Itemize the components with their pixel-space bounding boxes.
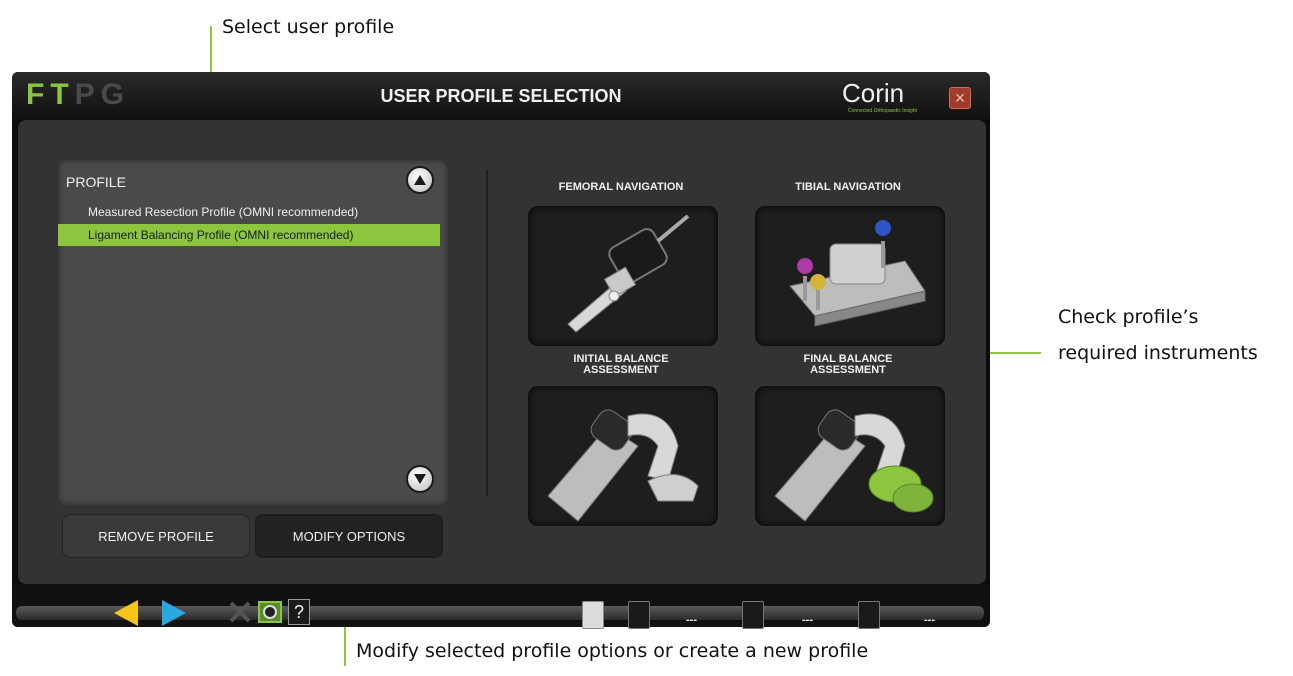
brand-subtitle: Connected Orthopaedic Insight [848,108,917,114]
femoral-navigation-label: FEMORAL NAVIGATION [521,182,721,193]
brand-logo: Corin [842,78,905,108]
tibial-navigation-label-text: TIBIAL NAVIGATION [795,181,901,193]
balancer-icon [547,409,699,522]
tools-icon[interactable] [228,599,252,625]
annotation-check-instruments-1: Check profile’s [1058,306,1199,328]
help-icon[interactable]: ? [288,599,310,625]
final-balance-label-line2: ASSESSMENT [810,364,886,376]
status-value-3: --- [924,614,935,626]
forward-arrow-icon[interactable] [160,598,188,628]
leg-alignment-icon [628,601,650,629]
annotation-select-profile: Select user profile [222,16,395,38]
initial-balance-instrument [528,386,718,526]
tibial-tracker-icon [789,220,926,327]
back-arrow-icon[interactable] [112,598,140,628]
final-balance-label: FINAL BALANCE ASSESSMENT [748,354,948,376]
initial-balance-label: INITIAL BALANCE ASSESSMENT [521,354,721,376]
scroll-down-button[interactable] [406,465,434,493]
femoral-navigation-instrument [528,206,718,346]
annotation-modify-options: Modify selected profile options or creat… [356,640,869,662]
profile-item-measured-resection[interactable]: Measured Resection Profile (OMNI recomme… [58,201,440,223]
profile-item-ligament-balancing[interactable]: Ligament Balancing Profile (OMNI recomme… [58,224,440,246]
balancer-trial-icon [774,409,934,522]
camera-icon[interactable] [258,599,282,625]
title-bar: FTPG USER PROFILE SELECTION Corin Connec… [12,72,990,120]
modify-options-button[interactable]: MODIFY OPTIONS [255,514,443,558]
femur-icon [742,601,764,629]
status-value-1: --- [686,614,697,626]
profile-list: PROFILE Measured Resection Profile (OMNI… [58,160,448,505]
remove-profile-button[interactable]: REMOVE PROFILE [62,514,250,558]
arrow-down-icon [414,474,426,484]
initial-balance-label-line2: ASSESSMENT [583,364,659,376]
close-button[interactable]: × [949,87,971,109]
arrow-up-icon [414,175,426,185]
app-window: FTPG USER PROFILE SELECTION Corin Connec… [12,72,990,629]
annotation-check-instruments-2: required instruments [1058,342,1258,364]
scroll-up-button[interactable] [406,166,434,194]
profile-list-header: PROFILE [66,174,126,190]
panel-divider [486,170,488,496]
patient-icon [582,601,604,629]
femoral-navigation-label-text: FEMORAL NAVIGATION [558,181,684,193]
main-panel: PROFILE Measured Resection Profile (OMNI… [18,120,986,584]
bottom-bar: ? --- --- --- [12,584,990,629]
tibial-navigation-instrument [755,206,945,346]
tibial-navigation-label: TIBIAL NAVIGATION [748,182,948,193]
status-value-2: --- [802,614,813,626]
femoral-tracker-icon [567,214,690,333]
page: Select user profile Check profile’s requ… [0,0,1293,676]
tibia-icon [858,601,880,629]
final-balance-instrument [755,386,945,526]
